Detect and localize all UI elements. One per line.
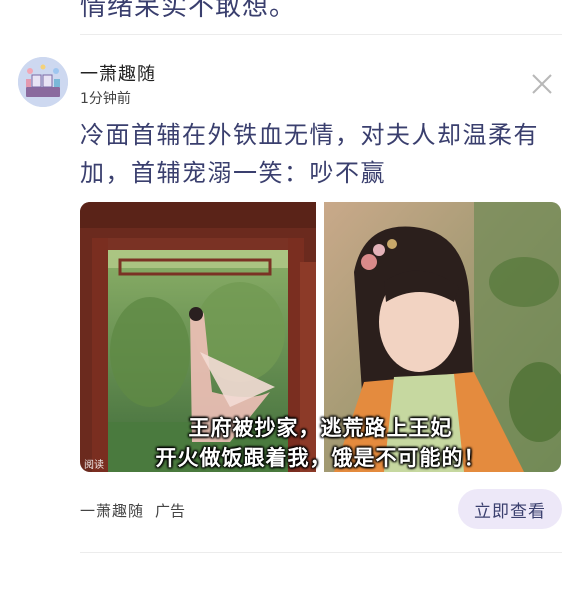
post-title[interactable]: 冷面首辅在外铁血无情，对夫人却温柔有加，首辅宠溺一笑：吵不赢: [80, 116, 560, 192]
previous-post-text: 情绪呆实不敢想。: [80, 0, 297, 22]
divider-top: [80, 34, 562, 35]
post-image[interactable]: 王府被抄家，逃荒路上王妃 开火做饭跟着我，饿是不可能的！ 阅读: [80, 202, 561, 472]
post-time: 1分钟前: [80, 91, 131, 107]
ad-source[interactable]: 一萧趣随: [80, 500, 144, 521]
view-now-button[interactable]: 立即查看: [458, 489, 562, 529]
post-author[interactable]: 一萧趣随: [80, 60, 156, 86]
image-caption-line1: 王府被抄家，逃荒路上王妃: [188, 416, 453, 440]
image-watermark: 阅读: [84, 460, 104, 471]
close-icon[interactable]: [528, 70, 556, 98]
image-caption-line2: 开火做饭跟着我，饿是不可能的！: [155, 446, 486, 470]
ad-label: 广告: [155, 502, 186, 520]
divider-bottom: [80, 552, 562, 553]
avatar[interactable]: [18, 57, 68, 107]
